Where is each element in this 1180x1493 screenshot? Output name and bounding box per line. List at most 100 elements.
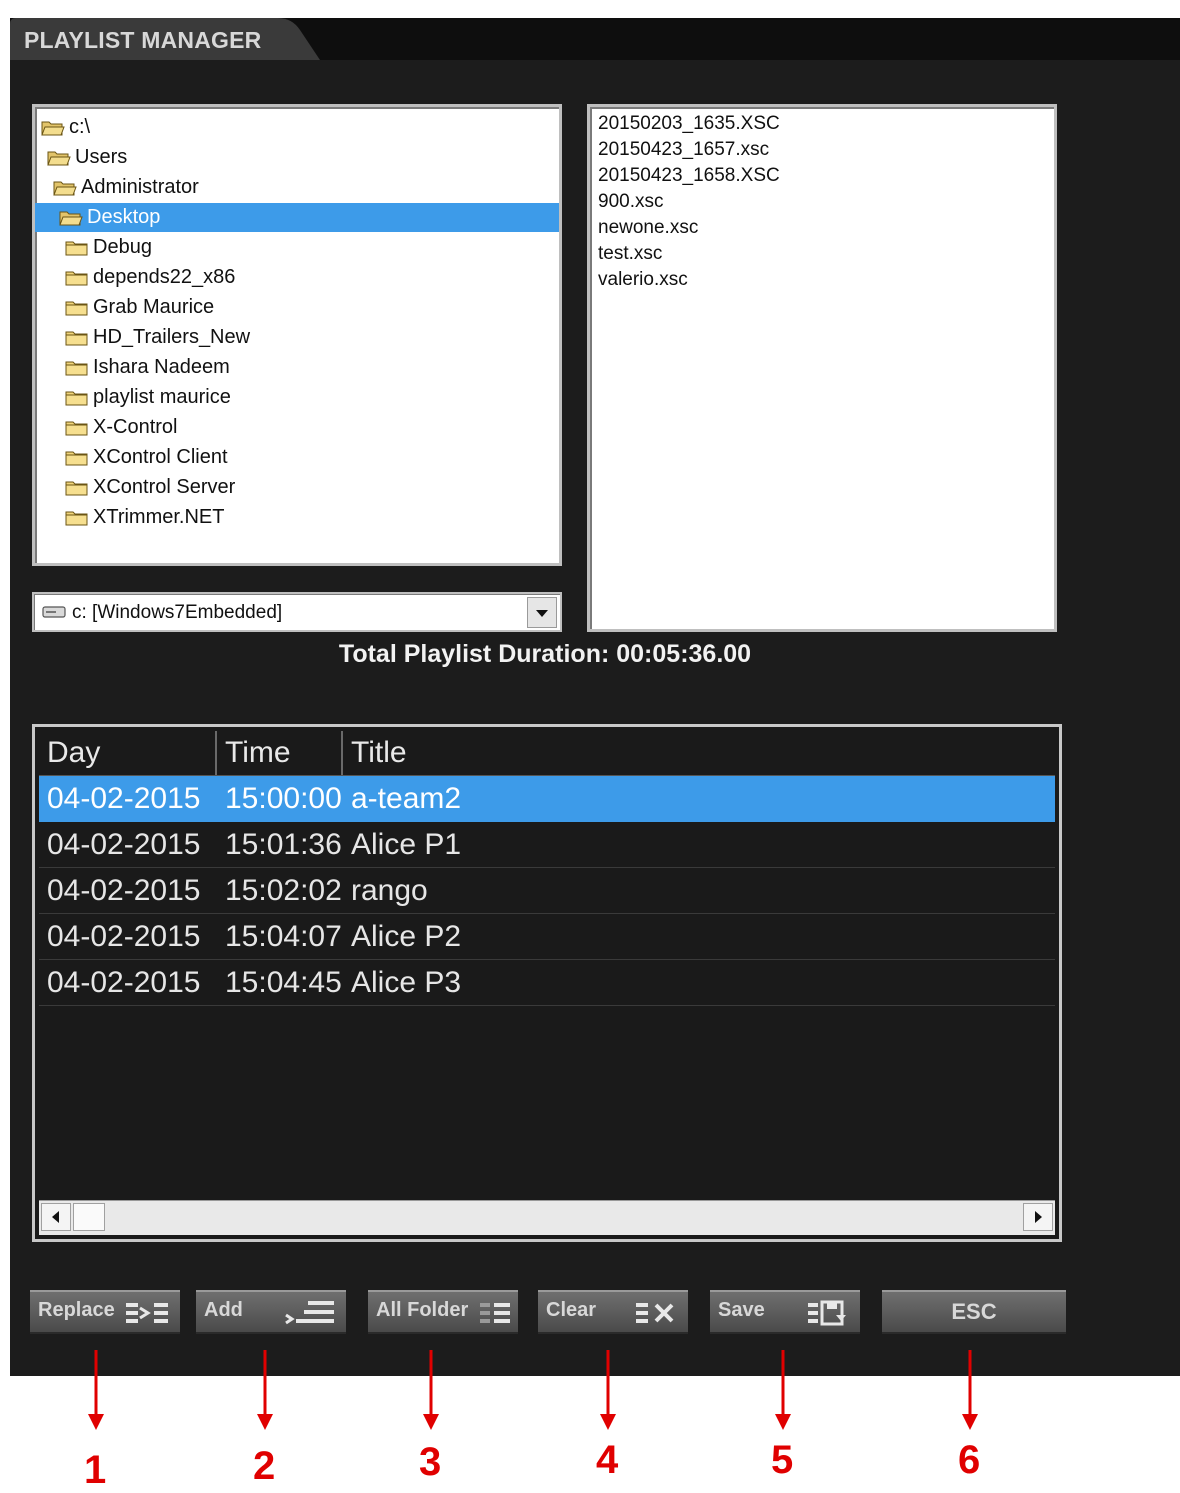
cell-time: 15:04:07 [225,920,342,953]
tree-item[interactable]: Grab Maurice [65,293,214,322]
all-folder-button-label: All Folder [376,1299,469,1321]
cell-day: 04-02-2015 [47,874,201,907]
folder-tree[interactable]: c:\ Users Administrator Desktop Debug depends… [32,104,562,566]
cell-day: 04-02-2015 [47,782,201,815]
scroll-right-button[interactable] [1023,1203,1053,1231]
folder-icon [65,481,88,495]
cell-title: Alice P3 [351,966,462,999]
tree-item-label: Desktop [87,206,161,228]
cell-time: 15:02:02 [225,874,342,907]
table-row[interactable]: 04-02-2015 15:02:02 rango [39,868,1055,914]
file-item[interactable]: 20150423_1657.xsc [598,137,769,163]
cell-title: Alice P1 [351,828,462,861]
tree-item-label: Debug [93,236,152,258]
tree-item[interactable]: XControl Server [65,473,235,502]
annotation-number: 3 [419,1440,442,1484]
file-item[interactable]: 20150203_1635.XSC [598,111,780,137]
annotation-number: 2 [253,1444,276,1488]
drive-label: c: [Windows7Embedded] [72,602,283,623]
horizontal-scrollbar[interactable] [39,1200,1055,1235]
folder-icon [65,241,88,255]
drive-select[interactable]: c: [Windows7Embedded] [32,592,562,632]
save-button-label: Save [718,1299,765,1321]
list-icon [480,1303,510,1323]
add-button[interactable]: Add [196,1290,346,1334]
drive-dropdown-button[interactable] [527,597,557,628]
table-row[interactable]: 04-02-2015 15:01:36 Alice P1 [39,822,1055,868]
tree-item[interactable]: playlist maurice [65,383,231,412]
file-item[interactable]: 20150423_1658.XSC [598,163,780,189]
column-time[interactable]: Time [217,731,343,775]
title-bar: PLAYLIST MANAGER [10,18,1180,60]
scroll-thumb[interactable] [73,1203,105,1231]
playlist-table[interactable]: Day Time Title 04-02-2015 15:00:00 a-team2… [32,724,1062,1242]
all-folder-button[interactable]: All Folder [368,1290,518,1334]
folder-icon [65,301,88,315]
drive-icon [42,606,66,618]
save-button[interactable]: Save [710,1290,860,1334]
tree-item[interactable]: HD_Trailers_New [65,323,250,352]
folder-icon [65,361,88,375]
tree-item[interactable]: Users [47,143,127,172]
tree-item-label: Grab Maurice [93,296,215,318]
table-header: Day Time Title [39,731,1055,776]
chevron-down-icon [536,610,548,617]
window-tab: PLAYLIST MANAGER [10,18,340,60]
table-row[interactable]: 04-02-2015 15:04:45 Alice P3 [39,960,1055,1006]
tree-item-label: XControl Client [93,446,228,468]
annotation-number: 1 [84,1448,107,1492]
cell-time: 15:04:45 [225,966,342,999]
annotation-arrow [600,1350,616,1430]
tree-item[interactable]: XTrimmer.NET [65,503,224,532]
column-day[interactable]: Day [39,731,217,775]
tree-item[interactable]: Ishara Nadeem [65,353,230,382]
tree-item-label: Users [75,146,128,168]
cell-day: 04-02-2015 [47,828,201,861]
file-item[interactable]: newone.xsc [598,215,698,241]
file-item[interactable]: valerio.xsc [598,267,688,293]
folder-icon [65,271,88,285]
table-row-selected[interactable]: 04-02-2015 15:00:00 a-team2 [39,776,1055,822]
tree-item[interactable]: Administrator [53,173,199,202]
folder-open-icon [47,151,71,165]
chevron-left-icon [52,1211,59,1223]
tree-item-label: XControl Server [93,476,236,498]
tree-item-label: HD_Trailers_New [93,326,251,348]
annotation-number: 5 [771,1438,794,1482]
add-to-list-icon [285,1301,334,1325]
clear-button[interactable]: Clear [538,1290,688,1334]
cell-time: 15:01:36 [225,828,342,861]
tree-item[interactable]: depends22_x86 [65,263,235,292]
cell-day: 04-02-2015 [47,920,201,953]
add-button-label: Add [204,1299,243,1321]
folder-icon [65,451,88,465]
folder-icon [65,331,88,345]
tree-item[interactable]: Debug [65,233,152,262]
replace-list-icon [126,1303,168,1323]
tree-item[interactable]: XControl Client [65,443,228,472]
file-item[interactable]: 900.xsc [598,189,663,215]
tree-item-label: depends22_x86 [93,266,236,288]
table-row[interactable]: 04-02-2015 15:04:07 Alice P2 [39,914,1055,960]
replace-button[interactable]: Replace [30,1290,180,1334]
clear-button-label: Clear [546,1299,597,1321]
scroll-left-button[interactable] [41,1203,71,1231]
cell-title: a-team2 [351,782,462,815]
folder-open-icon [41,121,65,135]
file-list[interactable]: 20150203_1635.XSC 20150423_1657.xsc 201504… [587,104,1057,632]
annotation-arrow [962,1350,978,1430]
folder-icon [65,421,88,435]
tree-item-label: XTrimmer.NET [93,506,225,528]
file-item[interactable]: test.xsc [598,241,662,267]
annotation-arrow [257,1350,273,1430]
annotation-number: 4 [596,1438,619,1482]
annotation-arrow [775,1350,791,1430]
tree-item[interactable]: X-Control [65,413,177,442]
folder-icon [65,511,88,525]
cell-time: 15:00:00 [225,782,342,815]
esc-button[interactable]: ESC [882,1290,1066,1334]
tree-item-label: playlist maurice [93,386,231,408]
column-title[interactable]: Title [343,731,1055,775]
tree-item-selected[interactable]: Desktop [35,203,559,232]
tree-item[interactable]: c:\ [41,113,90,142]
